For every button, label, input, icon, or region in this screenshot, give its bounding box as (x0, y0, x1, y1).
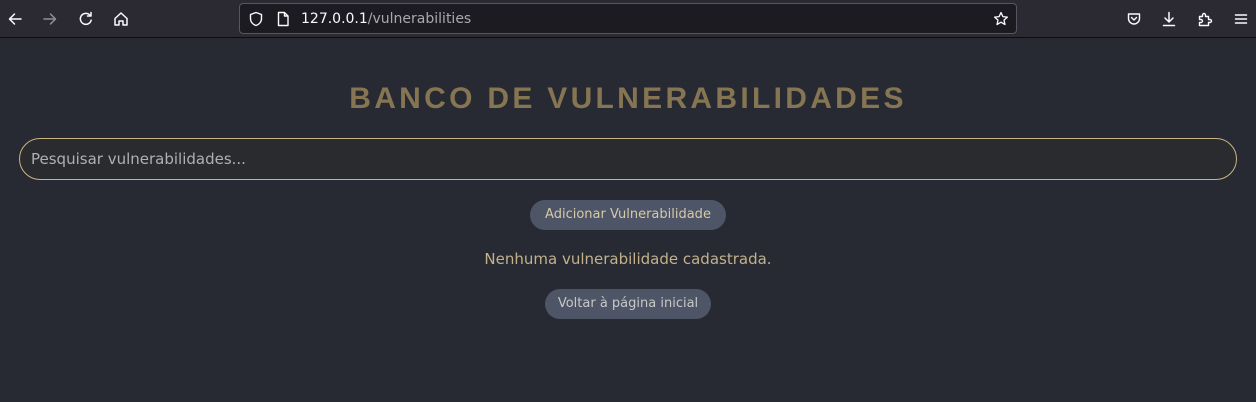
search-input[interactable] (19, 138, 1237, 180)
puzzle-icon (1198, 12, 1213, 27)
back-to-home-button[interactable]: Voltar à página inicial (545, 289, 711, 319)
pocket-icon (1127, 13, 1141, 25)
page-icon[interactable] (275, 11, 291, 27)
forward-button[interactable] (35, 4, 65, 34)
url-bar[interactable]: 127.0.0.1/vulnerabilities (239, 3, 1017, 34)
home-icon (114, 12, 128, 26)
back-arrow-icon (8, 13, 22, 25)
downloads-button[interactable] (1154, 4, 1184, 34)
add-vulnerability-button[interactable]: Adicionar Vulnerabilidade (530, 200, 726, 230)
extensions-button[interactable] (1190, 4, 1220, 34)
forward-arrow-icon (43, 13, 57, 25)
reload-button[interactable] (71, 4, 101, 34)
home-button[interactable] (106, 4, 136, 34)
pocket-button[interactable] (1119, 4, 1149, 34)
page-title: BANCO DE VULNERABILIDADES (349, 82, 907, 115)
star-icon[interactable] (993, 11, 1009, 27)
url-path: /vulnerabilities (367, 11, 472, 27)
reload-icon (79, 11, 92, 26)
empty-state-message: Nenhuma vulnerabilidade cadastrada. (484, 250, 772, 268)
url-text[interactable]: 127.0.0.1/vulnerabilities (301, 11, 471, 28)
url-host: 127.0.0.1 (301, 11, 368, 27)
back-button[interactable] (0, 4, 30, 34)
shield-icon[interactable] (248, 11, 264, 27)
browser-toolbar: 127.0.0.1/vulnerabilities (0, 0, 1256, 38)
download-icon (1162, 11, 1176, 27)
hamburger-menu-icon (1234, 14, 1248, 24)
menu-button[interactable] (1226, 4, 1256, 34)
